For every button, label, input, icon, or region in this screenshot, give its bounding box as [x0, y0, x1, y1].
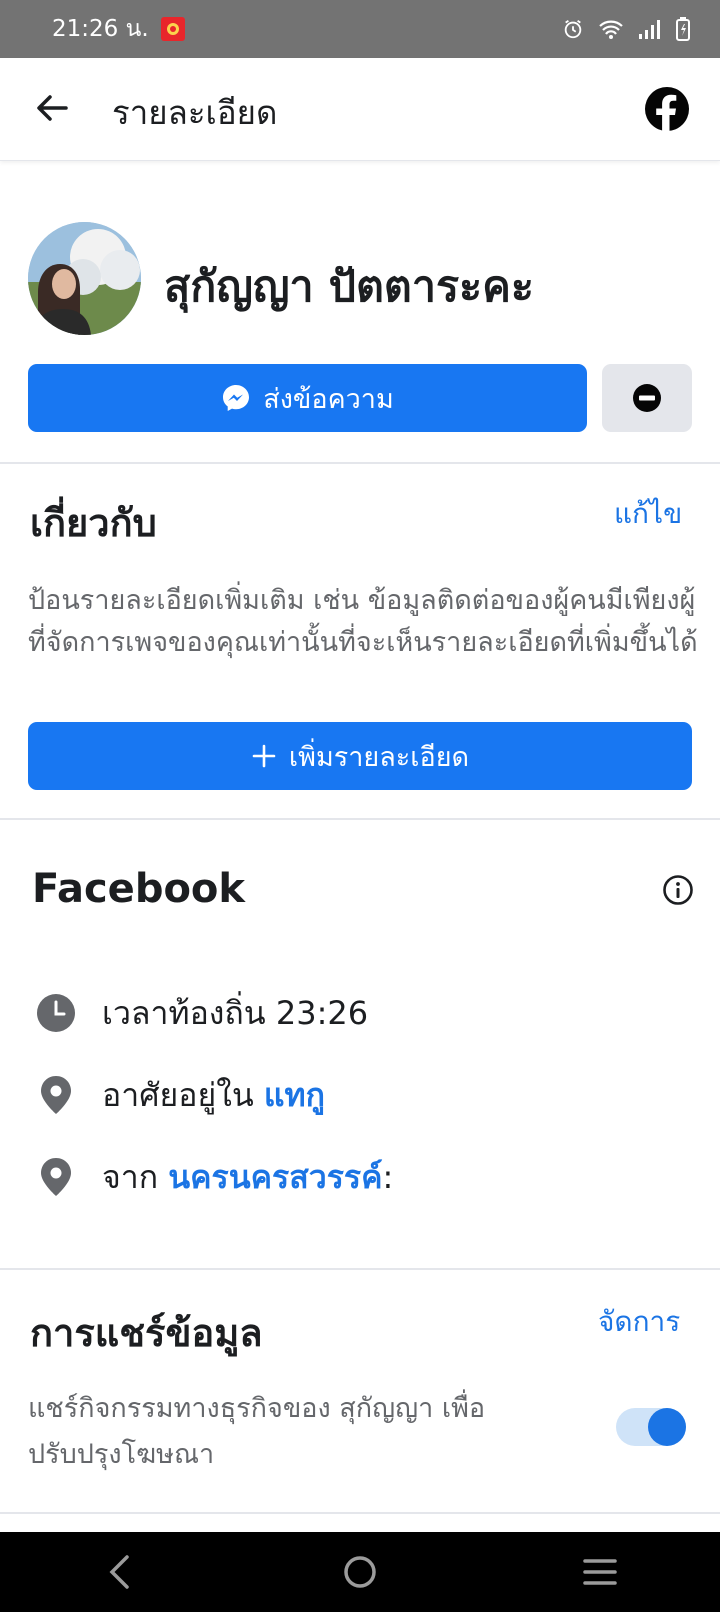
back-button[interactable] — [32, 88, 72, 128]
nav-recents-button[interactable] — [570, 1542, 630, 1602]
from-prefix: จาก — [102, 1157, 159, 1196]
app-bar: รายละเอียด — [0, 58, 720, 161]
about-title: เกี่ยวกับ — [30, 501, 157, 545]
about-description: ป้อนรายละเอียดเพิ่มเติม เช่น ข้อมูลติดต่… — [28, 585, 698, 658]
system-nav-bar — [0, 1532, 720, 1612]
location-pin-icon — [36, 1075, 76, 1115]
from-row: จาก นครนครสวรรค์: — [36, 1152, 393, 1202]
no-entry-icon — [633, 384, 661, 412]
notification-app-icon — [160, 17, 185, 41]
battery-icon — [676, 17, 690, 41]
local-time-text: เวลาท้องถิ่น 23:26 — [102, 993, 369, 1032]
info-icon — [663, 875, 693, 905]
profile-name: สุกัญญา ปัตตาระคะ — [164, 262, 535, 312]
from-suffix: : — [382, 1158, 394, 1196]
about-edit-link[interactable]: แก้ไข — [614, 492, 682, 536]
facebook-section-title: Facebook — [32, 866, 246, 912]
home-circle-icon — [344, 1556, 376, 1588]
divider — [0, 1268, 720, 1270]
divider — [0, 818, 720, 820]
add-details-button[interactable]: เพิ่มรายละเอียด — [28, 722, 692, 790]
avatar[interactable] — [28, 222, 141, 335]
status-time: 21:26 น. — [52, 16, 149, 42]
add-details-label: เพิ่มรายละเอียด — [288, 741, 470, 773]
nav-home-button[interactable] — [330, 1542, 390, 1602]
block-button[interactable] — [602, 364, 692, 432]
lives-in-prefix: อาศัยอยู่ใน — [102, 1075, 254, 1114]
divider — [0, 462, 720, 464]
messenger-icon — [223, 385, 250, 411]
menu-lines-icon — [583, 1559, 617, 1585]
chevron-left-icon — [109, 1555, 129, 1589]
data-sharing-description: แชร์กิจกรรมทางธุรกิจของ สุกัญญา เพื่อปรั… — [28, 1393, 486, 1470]
info-button[interactable] — [662, 874, 694, 906]
facebook-logo-icon[interactable] — [644, 86, 690, 132]
signal-icon — [639, 20, 660, 39]
status-bar: 21:26 น. — [0, 0, 720, 58]
send-message-button[interactable]: ส่งข้อความ — [28, 364, 587, 432]
nav-back-button[interactable] — [90, 1542, 150, 1602]
from-link[interactable]: นครนครสวรรค์ — [168, 1152, 382, 1203]
toggle-knob — [648, 1408, 686, 1446]
wifi-icon — [599, 20, 623, 39]
lives-in-row: อาศัยอยู่ใน แทกู — [36, 1070, 325, 1120]
send-message-label: ส่งข้อความ — [263, 383, 394, 415]
location-pin-icon — [36, 1157, 76, 1197]
divider — [0, 1512, 720, 1514]
lives-in-link[interactable]: แทกู — [264, 1070, 325, 1121]
local-time-row: เวลาท้องถิ่น 23:26 — [36, 988, 368, 1038]
page-title: รายละเอียด — [112, 93, 278, 132]
manage-link[interactable]: จัดการ — [598, 1300, 680, 1344]
data-sharing-toggle[interactable] — [616, 1408, 686, 1446]
plus-icon — [252, 744, 276, 768]
data-sharing-title: การแชร์ข้อมูล — [30, 1311, 263, 1355]
alarm-icon — [564, 19, 582, 39]
status-icons — [562, 17, 690, 41]
clock-icon — [36, 993, 76, 1033]
arrow-left-icon — [37, 95, 68, 121]
